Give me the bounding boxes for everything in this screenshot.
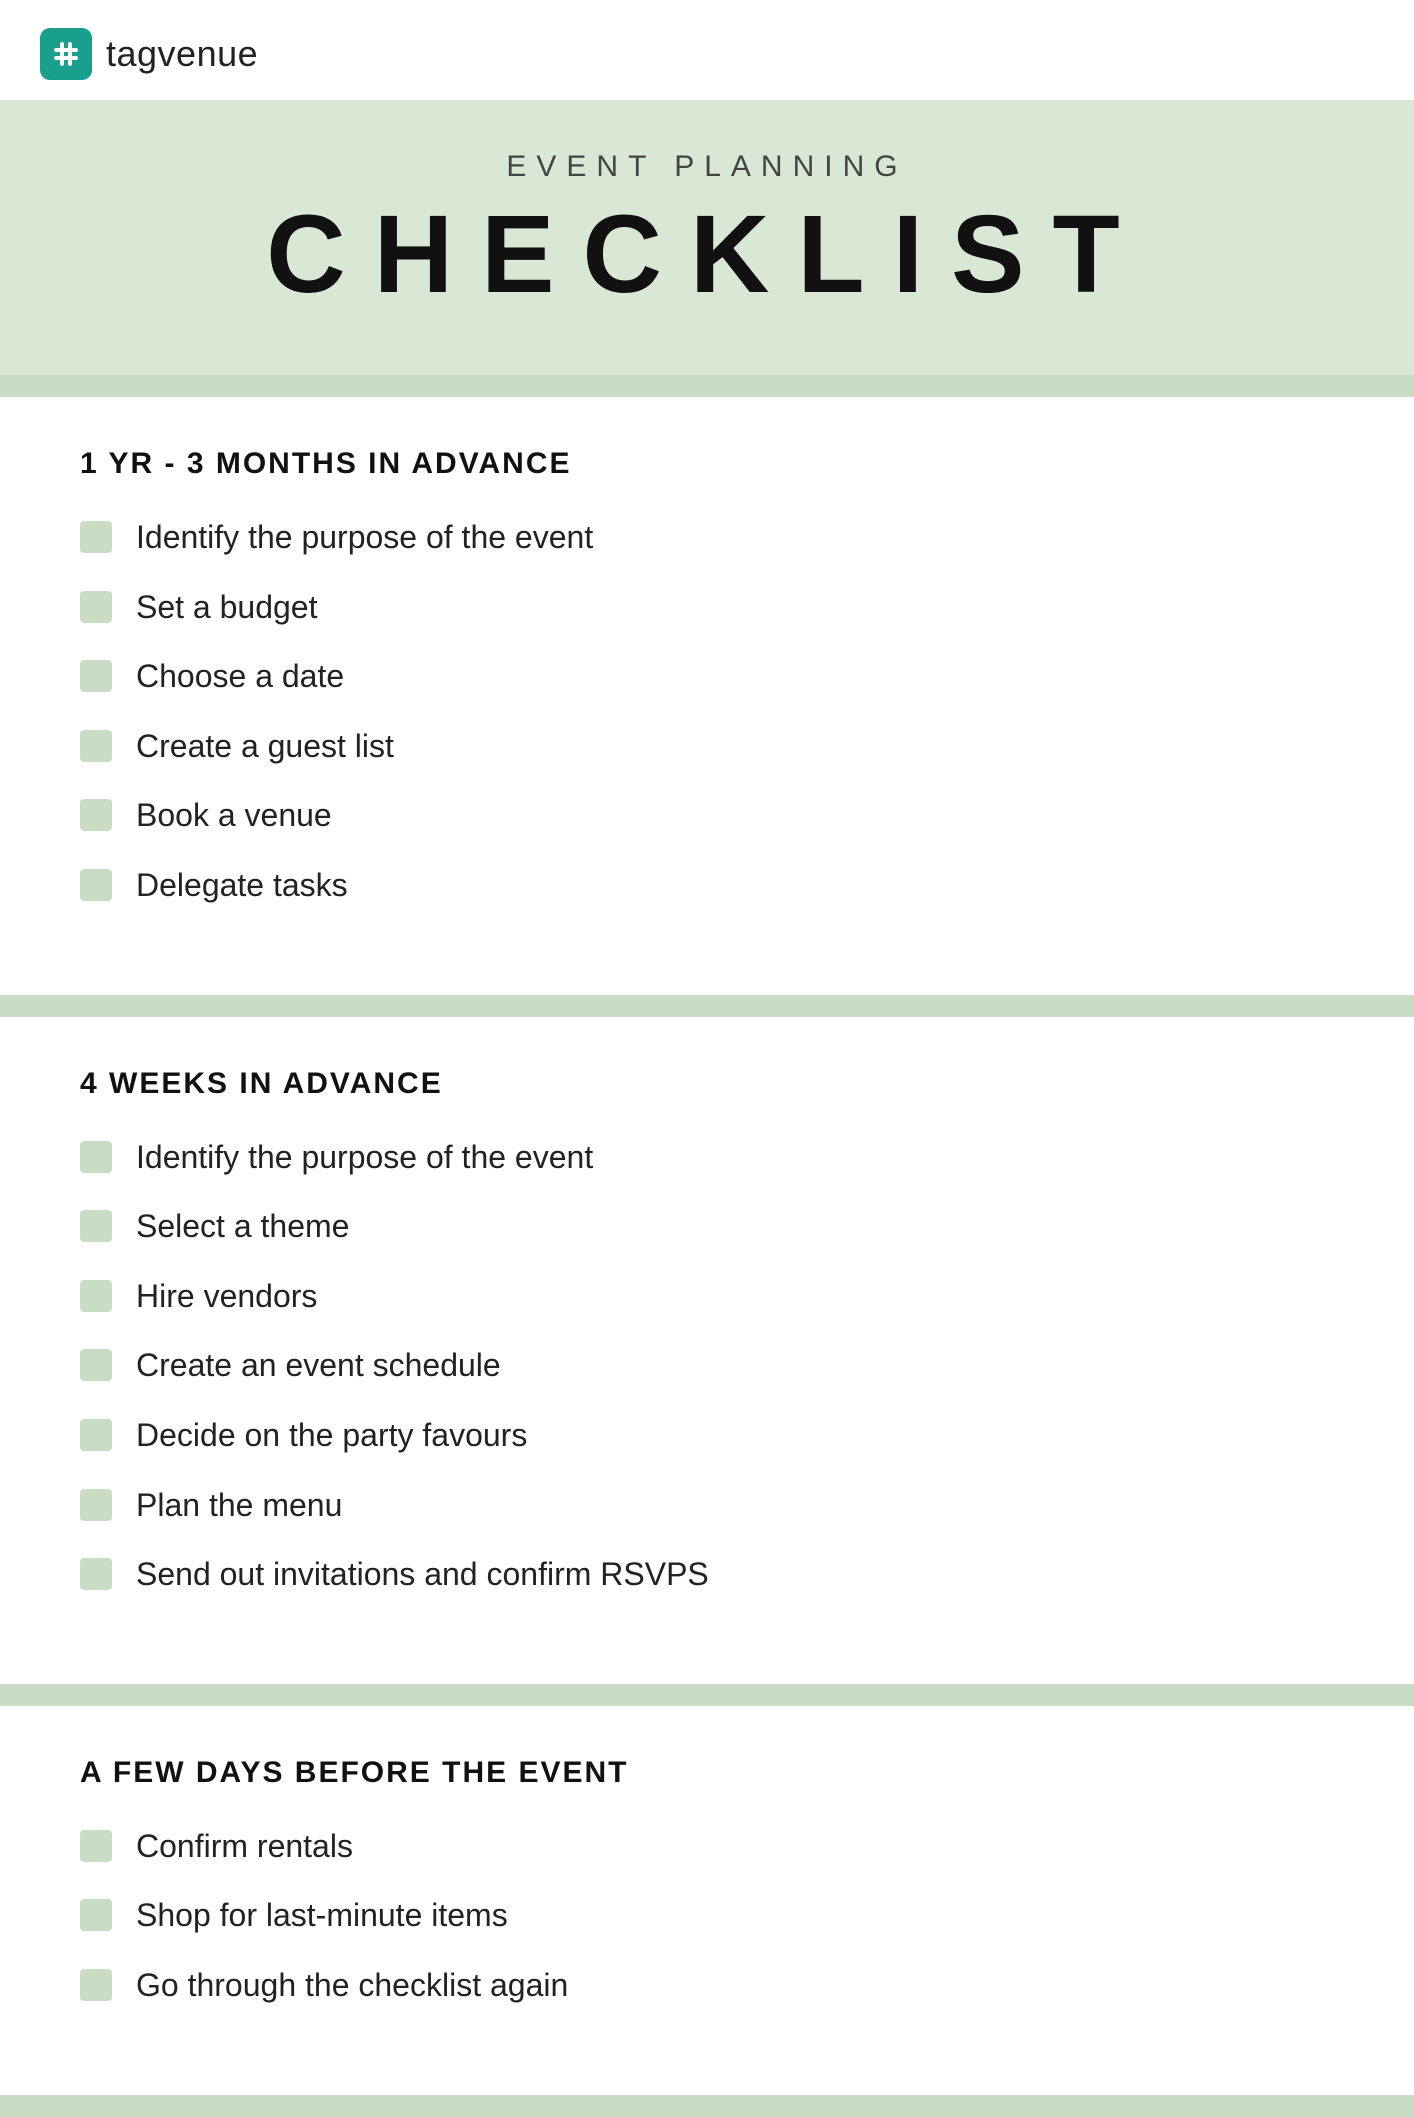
list-item[interactable]: Plan the menu	[80, 1485, 1334, 1527]
checklist-item-label: Identify the purpose of the event	[136, 517, 593, 559]
checkbox[interactable]	[80, 1349, 112, 1381]
checklist-item-label: Go through the checklist again	[136, 1965, 568, 2007]
checkbox[interactable]	[80, 1210, 112, 1242]
checklist-item-label: Create an event schedule	[136, 1345, 501, 1387]
checkbox[interactable]	[80, 1830, 112, 1862]
bottom-band	[0, 2095, 1414, 2117]
section-0: 1 YR - 3 MONTHS IN ADVANCE Identify the p…	[0, 397, 1414, 995]
sections-container: 1 YR - 3 MONTHS IN ADVANCE Identify the p…	[0, 375, 1414, 2117]
list-item[interactable]: Book a venue	[80, 795, 1334, 837]
checklist-2: Confirm rentals Shop for last-minute item…	[80, 1826, 1334, 2007]
list-item[interactable]: Hire vendors	[80, 1276, 1334, 1318]
checklist-item-label: Shop for last-minute items	[136, 1895, 508, 1937]
section-1: 4 WEEKS IN ADVANCE Identify the purpose o…	[0, 1017, 1414, 1684]
checklist-item-label: Decide on the party favours	[136, 1415, 527, 1457]
checklist-item-label: Plan the menu	[136, 1485, 342, 1527]
hero-section: EVENT PLANNING CHECKLIST	[0, 100, 1414, 375]
checklist-item-label: Hire vendors	[136, 1276, 317, 1318]
header: tagvenue	[0, 0, 1414, 100]
checklist-item-label: Select a theme	[136, 1206, 349, 1248]
logo-icon	[40, 28, 92, 80]
list-item[interactable]: Identify the purpose of the event	[80, 1137, 1334, 1179]
checklist-item-label: Confirm rentals	[136, 1826, 353, 1868]
checklist-0: Identify the purpose of the event Set a b…	[80, 517, 1334, 907]
checkbox[interactable]	[80, 1280, 112, 1312]
list-item[interactable]: Delegate tasks	[80, 865, 1334, 907]
checklist-item-label: Send out invitations and confirm RSVPS	[136, 1554, 709, 1596]
section-title-2: A FEW DAYS BEFORE THE EVENT	[80, 1756, 1334, 1790]
checkbox[interactable]	[80, 1899, 112, 1931]
checklist-item-label: Identify the purpose of the event	[136, 1137, 593, 1179]
checkbox[interactable]	[80, 1419, 112, 1451]
checklist-item-label: Book a venue	[136, 795, 332, 837]
checkbox[interactable]	[80, 730, 112, 762]
checkbox[interactable]	[80, 869, 112, 901]
checkbox[interactable]	[80, 591, 112, 623]
checklist-item-label: Create a guest list	[136, 726, 394, 768]
checkbox[interactable]	[80, 521, 112, 553]
list-item[interactable]: Set a budget	[80, 587, 1334, 629]
checklist-1: Identify the purpose of the event Select …	[80, 1137, 1334, 1596]
list-item[interactable]: Identify the purpose of the event	[80, 517, 1334, 559]
section-title-0: 1 YR - 3 MONTHS IN ADVANCE	[80, 447, 1334, 481]
checkbox[interactable]	[80, 1141, 112, 1173]
checkbox[interactable]	[80, 1558, 112, 1590]
list-item[interactable]: Go through the checklist again	[80, 1965, 1334, 2007]
logo-text: tagvenue	[106, 33, 258, 75]
section-title-1: 4 WEEKS IN ADVANCE	[80, 1067, 1334, 1101]
list-item[interactable]: Create an event schedule	[80, 1345, 1334, 1387]
checklist-item-label: Choose a date	[136, 656, 344, 698]
list-item[interactable]: Select a theme	[80, 1206, 1334, 1248]
checklist-item-label: Delegate tasks	[136, 865, 348, 907]
checkbox[interactable]	[80, 1489, 112, 1521]
list-item[interactable]: Confirm rentals	[80, 1826, 1334, 1868]
list-item[interactable]: Shop for last-minute items	[80, 1895, 1334, 1937]
checkbox[interactable]	[80, 1969, 112, 2001]
checkbox[interactable]	[80, 660, 112, 692]
hero-title: CHECKLIST	[40, 194, 1374, 315]
list-item[interactable]: Create a guest list	[80, 726, 1334, 768]
checkbox[interactable]	[80, 799, 112, 831]
list-item[interactable]: Choose a date	[80, 656, 1334, 698]
list-item[interactable]: Send out invitations and confirm RSVPS	[80, 1554, 1334, 1596]
hero-subtitle: EVENT PLANNING	[40, 150, 1374, 184]
list-item[interactable]: Decide on the party favours	[80, 1415, 1334, 1457]
section-2: A FEW DAYS BEFORE THE EVENT Confirm renta…	[0, 1706, 1414, 2095]
checklist-item-label: Set a budget	[136, 587, 317, 629]
section-band-2	[0, 1684, 1414, 1706]
section-band-0	[0, 375, 1414, 397]
section-band-1	[0, 995, 1414, 1017]
